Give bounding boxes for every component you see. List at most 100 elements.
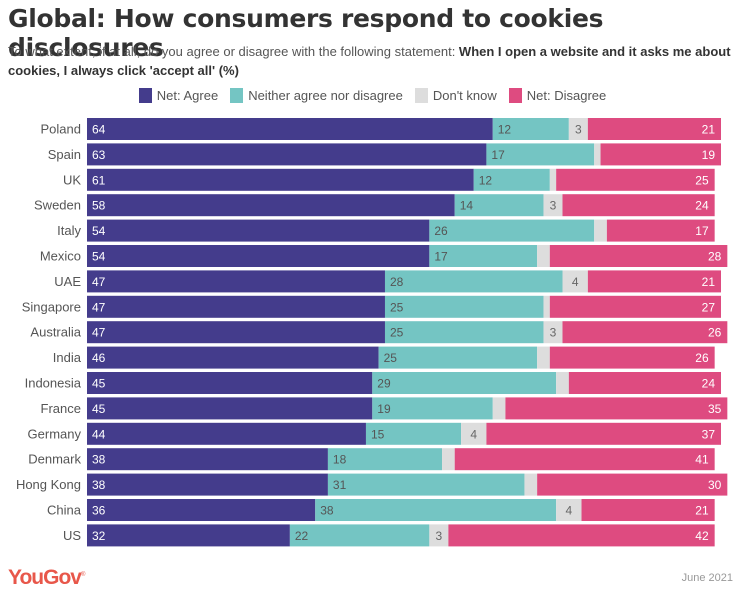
data-label: 3 <box>575 123 582 137</box>
legend-item-0: Net: Agree <box>138 88 219 103</box>
data-label: 25 <box>384 351 398 365</box>
data-label: 24 <box>702 377 716 391</box>
category-label: Hong Kong <box>16 477 81 492</box>
legend-item-3: Net: Disagree <box>508 88 607 103</box>
data-label: 28 <box>708 250 722 264</box>
bar-segment <box>594 219 607 242</box>
yougov-logo: YouGov® <box>8 566 86 589</box>
data-label: 37 <box>702 427 716 441</box>
data-label: 18 <box>333 453 347 467</box>
legend-label: Net: Disagree <box>526 88 607 103</box>
bar-segment <box>537 245 550 267</box>
data-label: 19 <box>702 148 716 162</box>
date-label: June 2021 <box>681 572 733 584</box>
data-label: 25 <box>390 326 404 340</box>
data-label: 24 <box>695 199 709 213</box>
category-label: US <box>63 528 81 543</box>
bar-segment <box>549 295 721 318</box>
bar-segment <box>87 346 379 369</box>
category-label: India <box>53 350 82 365</box>
bar-segment <box>87 448 328 471</box>
data-label: 28 <box>390 275 404 289</box>
bar-segment <box>87 270 385 293</box>
category-label: Sweden <box>34 198 81 213</box>
legend-label: Don't know <box>432 88 497 103</box>
data-label: 27 <box>702 300 716 314</box>
data-label: 25 <box>695 173 709 187</box>
legend: Net: Agree Neither agree nor disagree Don'… <box>0 88 745 103</box>
bar-segment <box>87 524 290 547</box>
bar-segment <box>556 372 569 394</box>
legend-swatch <box>138 88 152 103</box>
bar-segment <box>87 194 455 217</box>
chart-svg: Poland 64 12 3 21 Spain 63 17 19 UK 61 12 25 Sweden 58… <box>16 118 728 547</box>
chart-root: Global: How consumers respond to cookies… <box>0 0 745 600</box>
data-label: 31 <box>333 478 347 492</box>
category-label: UAE <box>54 274 81 289</box>
data-label: 15 <box>371 427 385 441</box>
category-label: Poland <box>41 122 81 137</box>
bar-segment <box>87 473 328 496</box>
data-label: 45 <box>92 377 106 391</box>
data-label: 21 <box>702 123 716 137</box>
category-label: France <box>41 401 81 416</box>
bar-segment <box>562 194 715 217</box>
bar-segment <box>492 397 506 420</box>
data-label: 21 <box>695 504 709 518</box>
legend-swatch <box>230 88 244 103</box>
chart-subtitle: To what extent, if at all, do you agree … <box>8 42 738 80</box>
bar-segment <box>87 168 474 191</box>
bar-segment <box>568 372 721 394</box>
bar-segment <box>87 422 366 445</box>
bar-segment <box>384 270 563 293</box>
data-label: 38 <box>92 478 106 492</box>
bar-segment <box>384 295 544 318</box>
data-label: 4 <box>470 427 477 441</box>
data-label: 4 <box>565 504 572 518</box>
legend-label: Net: Agree <box>156 88 219 103</box>
data-label: 58 <box>92 199 106 213</box>
bar-segment <box>429 219 595 242</box>
legend-item-2: Don't know <box>414 88 497 103</box>
data-label: 42 <box>695 529 709 543</box>
legend-swatch <box>508 88 522 103</box>
bar-segment <box>87 321 385 344</box>
legend-label: Neither agree nor disagree <box>248 88 403 103</box>
data-label: 12 <box>479 173 493 187</box>
bar-segment <box>594 143 601 166</box>
category-label: Australia <box>30 325 81 340</box>
data-label: 47 <box>92 326 106 340</box>
bar-segment <box>87 118 493 140</box>
bar-segment <box>537 346 550 369</box>
legend-item-1: Neither agree nor disagree <box>230 88 403 103</box>
data-label: 35 <box>708 402 722 416</box>
category-label: UK <box>63 172 81 187</box>
data-label: 14 <box>460 199 474 213</box>
data-label: 17 <box>695 224 709 238</box>
data-label: 44 <box>92 427 106 441</box>
data-label: 26 <box>434 224 448 238</box>
data-label: 63 <box>92 148 106 162</box>
category-label: Mexico <box>40 249 81 264</box>
bar-segment <box>384 321 544 344</box>
category-label: Indonesia <box>25 376 82 391</box>
bar-segment <box>87 397 373 420</box>
data-label: 30 <box>708 478 722 492</box>
bar-segment <box>454 448 715 471</box>
data-label: 29 <box>377 377 391 391</box>
data-label: 17 <box>491 148 505 162</box>
data-label: 22 <box>295 529 309 543</box>
data-label: 3 <box>550 326 557 340</box>
data-label: 21 <box>702 275 716 289</box>
data-label: 4 <box>572 275 579 289</box>
legend-swatch <box>414 88 428 103</box>
bar-segment <box>87 245 430 267</box>
bar-segment <box>372 372 557 394</box>
data-label: 64 <box>92 123 106 137</box>
bar-segment <box>543 295 550 318</box>
category-label: Spain <box>48 147 81 162</box>
bar-segment <box>87 295 385 318</box>
bar-segment <box>378 346 538 369</box>
bar-segment <box>562 321 728 344</box>
data-label: 12 <box>498 123 512 137</box>
